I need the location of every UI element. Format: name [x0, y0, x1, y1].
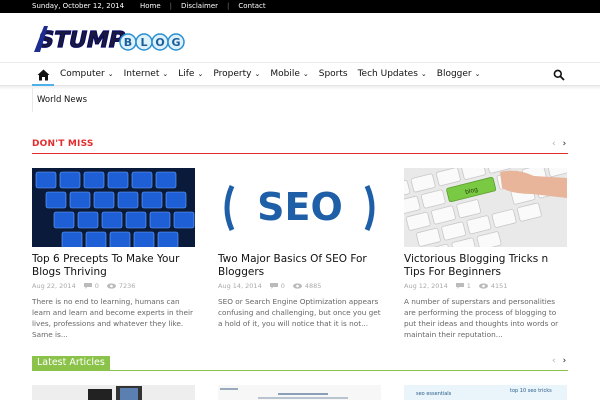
seo-tricks-image: top 10 seo tricks seo essentials	[404, 385, 567, 400]
prev-arrow-icon[interactable]: ‹	[552, 356, 556, 366]
article-title[interactable]: Top 6 Precepts To Make Your Blogs Thrivi…	[32, 253, 195, 279]
section-title-latest-articles: Latest Articles	[32, 356, 110, 371]
article-card[interactable]: SEO Two Major Basics Of SEO For Bloggers…	[218, 168, 381, 329]
phones-image	[32, 385, 195, 400]
chevron-down-icon: ⌄	[302, 70, 309, 78]
article-date: Aug 22, 2014	[32, 282, 76, 290]
section-title-dont-miss: DON'T MISS	[32, 139, 94, 149]
website-screenshot-image	[218, 385, 381, 400]
logo-letter: G	[171, 36, 180, 49]
top-bar: Sunday, October 12, 2014 Home | Disclaim…	[0, 0, 600, 13]
section-underline	[32, 370, 568, 371]
logo-letter: O	[155, 36, 164, 49]
nav-label: Blogger	[436, 69, 472, 79]
eye-icon	[292, 283, 302, 289]
article-title[interactable]: Victorious Blogging Tricks n Tips For Be…	[404, 253, 567, 279]
article-excerpt: There is no end to learning, humans can …	[32, 297, 193, 339]
comment-count: 1	[466, 282, 471, 290]
chevron-down-icon: ⌄	[197, 70, 204, 78]
nav-label: Property	[213, 69, 252, 79]
article-thumbnail-blog-key[interactable]: blog	[404, 168, 567, 247]
view-count: 4885	[304, 282, 322, 290]
nav-item-blogger[interactable]: Blogger ⌄	[437, 69, 481, 79]
comment-icon	[455, 283, 464, 289]
seo-essentials-text: seo essentials	[416, 391, 452, 397]
latest-thumbnail[interactable]: top 10 seo tricks seo essentials	[404, 385, 567, 400]
article-card[interactable]: Top 6 Precepts To Make Your Blogs Thrivi…	[32, 168, 195, 340]
main-nav: Computer ⌄ Internet ⌄ Life ⌄ Property ⌄ Mobi…	[0, 62, 600, 86]
chevron-down-icon: ⌄	[254, 70, 261, 78]
nav-label: Life	[178, 69, 195, 79]
blog-key-image: blog	[404, 168, 567, 247]
seo-image-text: SEO	[257, 185, 343, 229]
article-excerpt: SEO or Search Engine Optimization appear…	[218, 297, 381, 328]
top-link-contact[interactable]: Contact	[238, 2, 265, 10]
seo-image: SEO	[218, 168, 381, 247]
current-date: Sunday, October 12, 2014	[32, 2, 125, 10]
comment-icon	[83, 283, 92, 289]
section-underline	[32, 153, 568, 154]
article-thumbnail-seo[interactable]: SEO	[218, 168, 381, 247]
logo-letter: L	[140, 36, 147, 49]
top-links: Home | Disclaimer | Contact	[140, 2, 266, 10]
article-thumbnail-keyboard[interactable]	[32, 168, 195, 247]
divider: |	[169, 2, 173, 10]
eye-icon	[106, 283, 116, 289]
nav-label: Sports	[318, 69, 348, 79]
nav-item-mobile[interactable]: Mobile ⌄	[270, 69, 308, 79]
chevron-down-icon: ⌄	[107, 70, 114, 78]
top-link-disclaimer[interactable]: Disclaimer	[181, 2, 218, 10]
article-date: Aug 14, 2014	[218, 282, 262, 290]
nav-item-life[interactable]: Life ⌄	[178, 69, 203, 79]
nav-label: Computer	[60, 69, 105, 79]
comment-count: 0	[280, 282, 285, 290]
nav-item-property[interactable]: Property ⌄	[213, 69, 260, 79]
article-meta: Aug 12, 2014 1 4151	[404, 282, 567, 290]
view-count: 4151	[490, 282, 508, 290]
nav-label: Internet	[123, 69, 160, 79]
seo-tricks-text: top 10 seo tricks	[510, 388, 552, 394]
nav-item-internet[interactable]: Internet ⌄	[124, 69, 169, 79]
eye-icon	[478, 283, 488, 289]
comment-count: 0	[94, 282, 99, 290]
divider: |	[227, 2, 230, 10]
logo-letter: B	[124, 36, 132, 49]
dont-miss-arrows: ‹ ›	[545, 139, 566, 149]
latest-thumbnail[interactable]	[32, 385, 195, 400]
nav-label: Mobile	[270, 69, 300, 79]
chevron-down-icon: ⌄	[420, 70, 427, 78]
article-title[interactable]: Two Major Basics Of SEO For Bloggers	[218, 253, 381, 279]
view-count: 7236	[118, 282, 136, 290]
home-icon	[37, 69, 49, 81]
latest-arrows: ‹ ›	[545, 356, 566, 366]
site-logo[interactable]: STUMP BLOG	[32, 22, 187, 58]
comment-icon	[269, 283, 278, 289]
article-card[interactable]: blog Victorious Blogging Tricks n Tips F…	[404, 168, 567, 340]
top-link-home[interactable]: Home	[140, 2, 161, 10]
next-arrow-icon[interactable]: ›	[563, 356, 567, 366]
chevron-down-icon: ⌄	[162, 70, 169, 78]
prev-arrow-icon[interactable]: ‹	[552, 139, 556, 149]
nav-item-computer[interactable]: Computer ⌄	[60, 69, 114, 79]
nav-item-sports[interactable]: Sports	[319, 69, 348, 79]
latest-thumbnail[interactable]	[218, 385, 381, 400]
nav-item-tech-updates[interactable]: Tech Updates ⌄	[358, 69, 427, 79]
nav-items: Computer ⌄ Internet ⌄ Life ⌄ Property ⌄ Mobi…	[60, 69, 491, 79]
nav-label: Tech Updates	[357, 69, 418, 79]
article-meta: Aug 22, 2014 0 7236	[32, 282, 195, 290]
article-meta: Aug 14, 2014 0 4885	[218, 282, 381, 290]
logo-text-stump: STUMP	[35, 27, 127, 53]
next-arrow-icon[interactable]: ›	[563, 139, 567, 149]
chevron-down-icon: ⌄	[474, 70, 481, 78]
nav-item-world-news[interactable]: World News	[32, 88, 87, 112]
article-excerpt: A number of superstars and personalities…	[404, 297, 559, 339]
search-icon[interactable]	[553, 69, 565, 81]
article-date: Aug 12, 2014	[404, 282, 448, 290]
nav-home[interactable]	[32, 66, 54, 84]
nav-shadow	[0, 86, 600, 90]
keyboard-image	[32, 168, 195, 247]
